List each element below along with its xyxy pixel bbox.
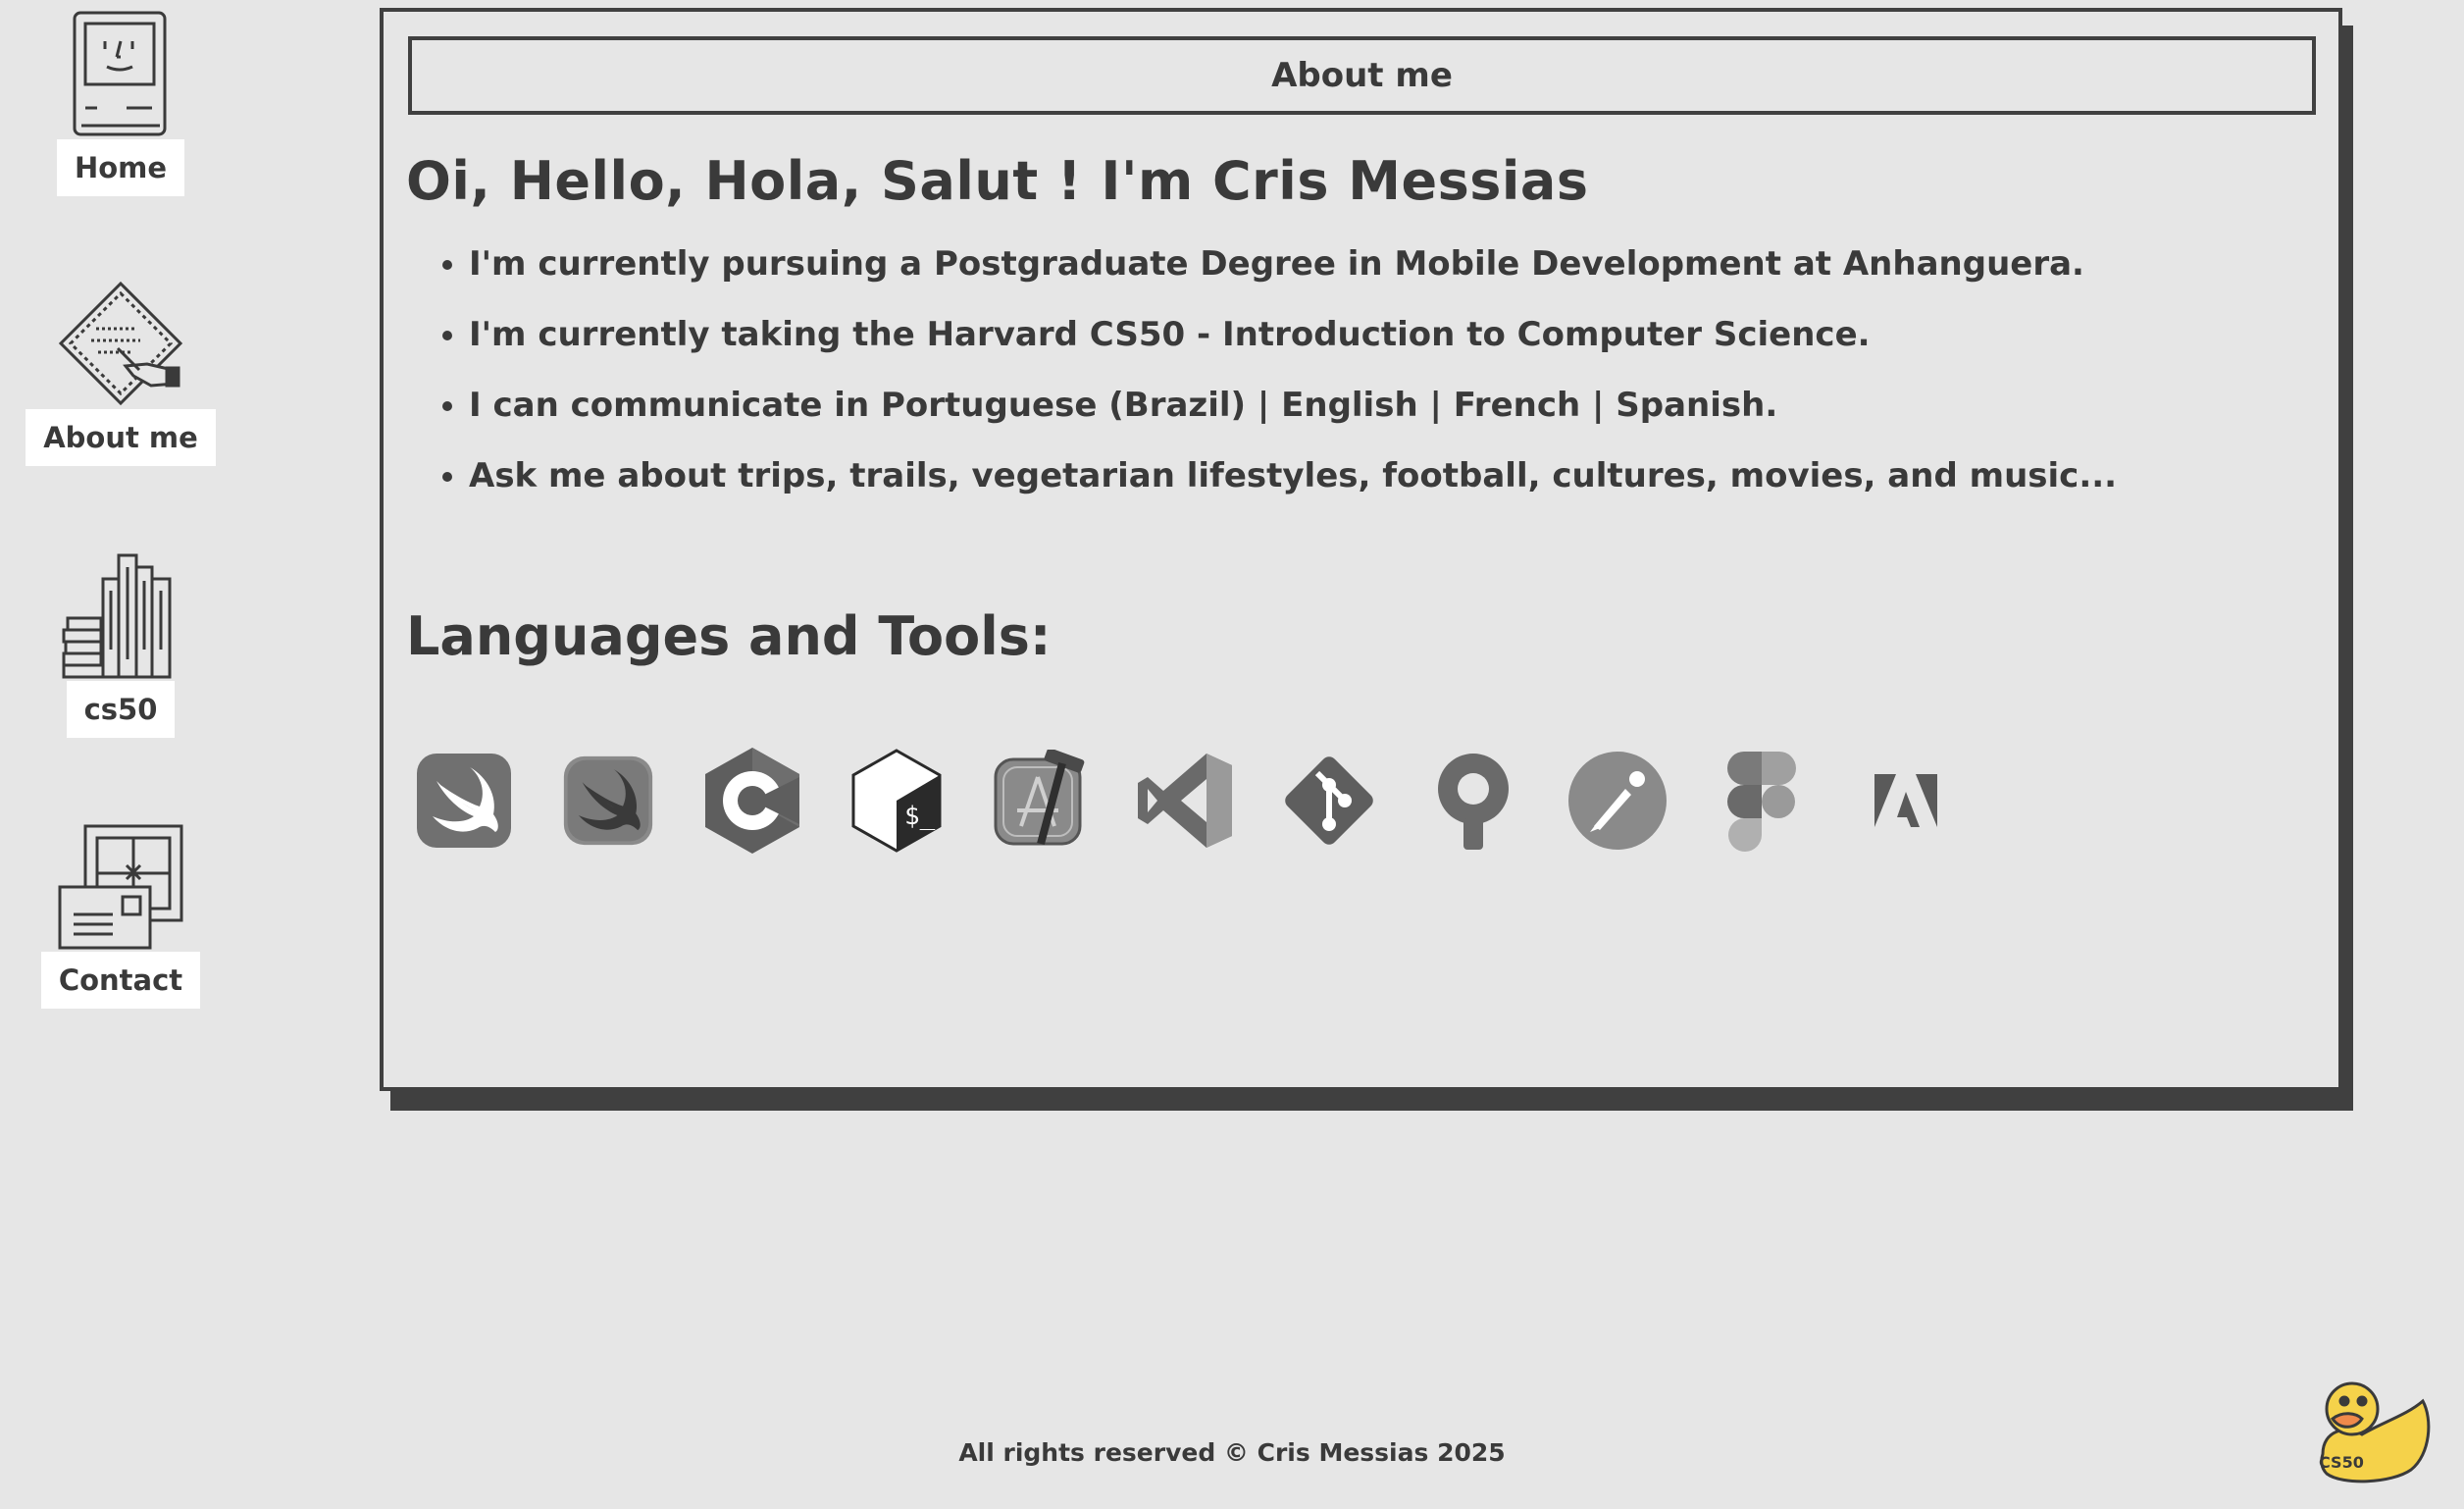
- xcode-icon[interactable]: [990, 750, 1092, 852]
- vscode-icon[interactable]: [1134, 750, 1236, 852]
- tools-row: $_: [406, 748, 1957, 854]
- about-window: About me Oi, Hello, Hola, Salut ! I'm Cr…: [380, 8, 2342, 1091]
- postman-icon[interactable]: [1566, 750, 1668, 852]
- swiftui-icon[interactable]: [557, 750, 659, 852]
- list-item: I can communicate in Portuguese (Brazil)…: [469, 385, 2319, 426]
- figma-icon[interactable]: [1711, 750, 1813, 852]
- desktop-icon-label: cs50: [66, 681, 176, 738]
- window-content: Oi, Hello, Hola, Salut ! I'm Cris Messia…: [406, 149, 2319, 854]
- list-item: I'm currently pursuing a Postgraduate De…: [469, 243, 2319, 285]
- footer-text: All rights reserved © Cris Messias 2025: [958, 1438, 1506, 1467]
- hand-writing-icon: [57, 280, 184, 409]
- books-icon: [60, 551, 181, 681]
- greeting-heading: Oi, Hello, Hola, Salut ! I'm Cris Messia…: [406, 150, 1589, 212]
- desktop-icon-contact[interactable]: Contact: [27, 822, 214, 1009]
- desktop-icon-home[interactable]: Home: [27, 10, 214, 196]
- duck-badge-text: CS50: [2319, 1453, 2364, 1472]
- mailbox-icon: [56, 822, 185, 952]
- desktop-icon-label: Contact: [40, 952, 201, 1009]
- svg-text:$_: $_: [904, 802, 936, 831]
- desktop-icon-about[interactable]: About me: [26, 280, 216, 466]
- rubber-duck-icon[interactable]: CS50: [2313, 1376, 2435, 1485]
- window-title: About me: [1271, 56, 1453, 95]
- sourcetree-icon[interactable]: [1422, 750, 1524, 852]
- bash-icon[interactable]: $_: [846, 749, 948, 853]
- desktop-icon-cs50[interactable]: cs50: [27, 551, 214, 738]
- list-item: Ask me about trips, trails, vegetarian l…: [469, 455, 2319, 496]
- window-titlebar[interactable]: About me: [408, 36, 2316, 115]
- classic-mac-icon: [72, 10, 170, 139]
- c-language-icon[interactable]: [701, 748, 803, 854]
- tools-heading: Languages and Tools:: [406, 605, 1052, 667]
- footer: All rights reserved © Cris Messias 2025: [0, 1438, 2464, 1467]
- desktop-icon-label: Home: [56, 139, 185, 196]
- swift-icon[interactable]: [413, 750, 515, 852]
- about-list: I'm currently pursuing a Postgraduate De…: [406, 243, 2319, 496]
- list-item: I'm currently taking the Harvard CS50 - …: [469, 314, 2319, 355]
- desktop-icon-label: About me: [26, 409, 216, 466]
- git-icon[interactable]: [1278, 750, 1380, 852]
- adobe-icon[interactable]: [1855, 750, 1957, 852]
